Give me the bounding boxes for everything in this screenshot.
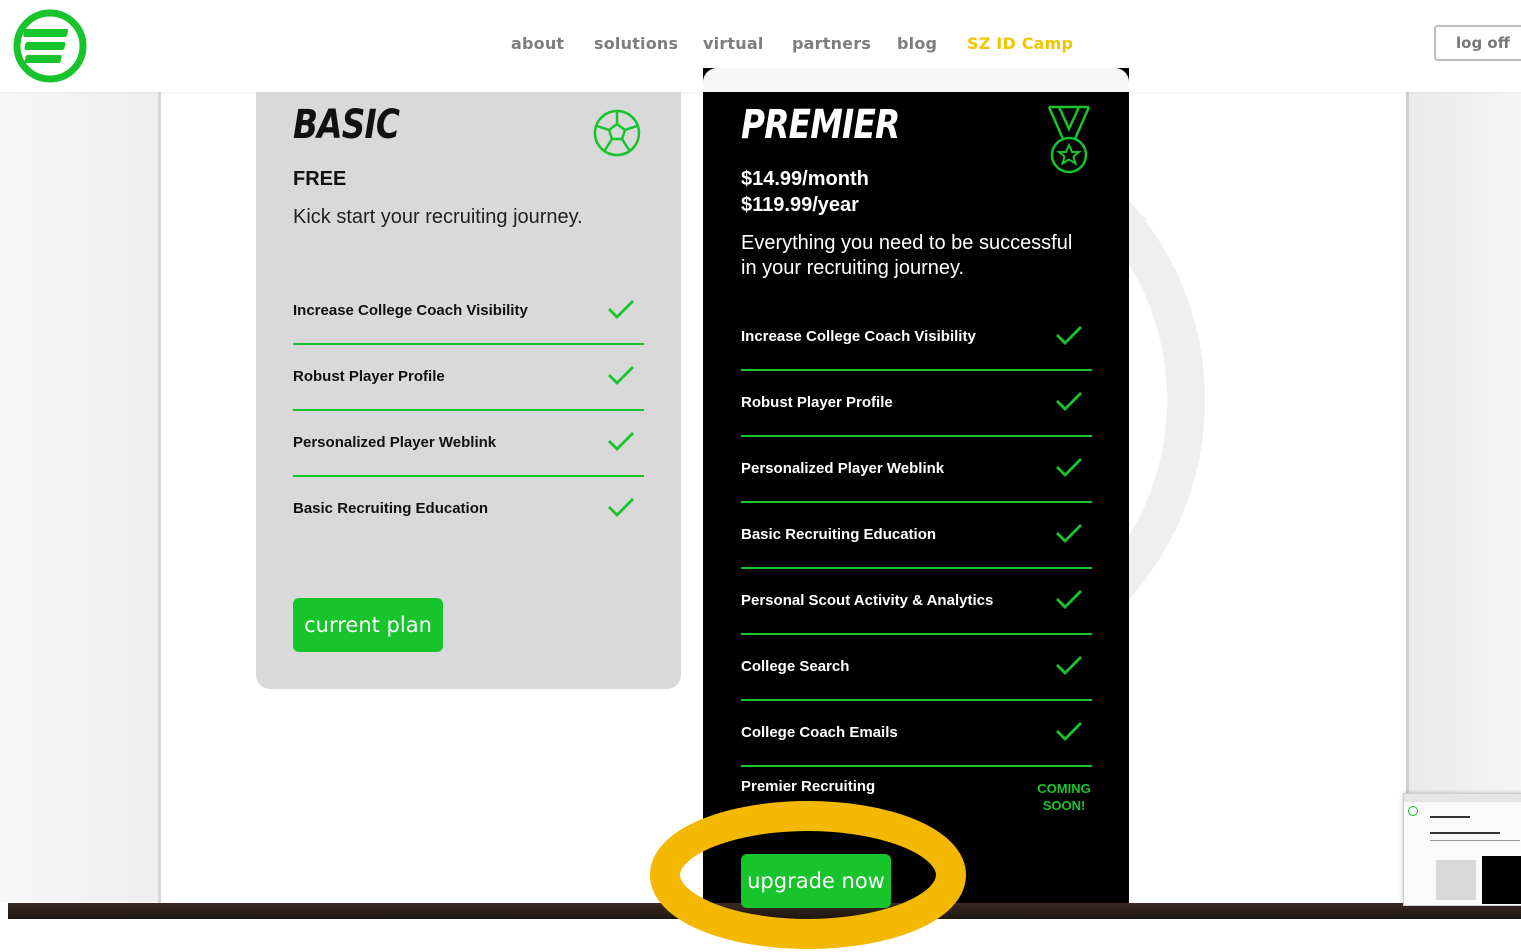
divider	[293, 343, 644, 345]
coming-soon-line1: COMING	[1037, 781, 1091, 796]
premier-description-line2: in your recruiting journey.	[741, 257, 965, 279]
divider	[293, 409, 644, 411]
premier-feature: Personalized Player Weblink	[741, 460, 945, 477]
basic-feature: Robust Player Profile	[293, 368, 445, 385]
check-icon	[1056, 722, 1082, 741]
nav-partners[interactable]: partners	[792, 34, 871, 53]
medal-icon	[1047, 105, 1091, 174]
log-off-button[interactable]: log off	[1434, 25, 1521, 61]
nav-virtual[interactable]: virtual	[703, 34, 764, 53]
divider	[741, 501, 1092, 503]
current-plan-button[interactable]: current plan	[293, 598, 443, 652]
coming-soon-line2: SOON!	[1042, 798, 1086, 813]
coming-soon-label: COMING SOON!	[1024, 780, 1104, 814]
premier-price-year: $119.99/year	[741, 194, 859, 216]
premier-card-top	[703, 68, 1129, 92]
check-icon	[608, 300, 634, 319]
basic-feature: Increase College Coach Visibility	[293, 302, 528, 319]
divider	[741, 567, 1092, 569]
page-right-margin	[1408, 92, 1521, 902]
nav-blog[interactable]: blog	[897, 34, 937, 53]
premier-feature: Increase College Coach Visibility	[741, 328, 976, 345]
thumb-premier-card	[1482, 856, 1521, 904]
thumb-logo-icon	[1408, 806, 1418, 816]
page-right-border	[1406, 92, 1409, 904]
thumb-basic-card	[1436, 860, 1476, 900]
check-icon	[1056, 590, 1082, 609]
highlight-annotation	[650, 801, 966, 949]
main-nav: about solutions virtual partners blog SZ…	[0, 34, 1521, 56]
check-icon	[608, 498, 634, 517]
nav-solutions[interactable]: solutions	[594, 34, 678, 53]
divider	[741, 369, 1092, 371]
premier-feature: Robust Player Profile	[741, 394, 893, 411]
nav-sz-id-camp[interactable]: SZ ID Camp	[967, 34, 1073, 53]
page-left-border	[158, 92, 161, 904]
premier-feature: College Search	[741, 658, 850, 675]
check-icon	[1056, 392, 1082, 411]
premier-description-line1: Everything you need to be successful	[741, 232, 1073, 254]
thumb-text	[1430, 832, 1500, 834]
thumb-toolbar	[1404, 794, 1521, 802]
nav-about[interactable]: about	[511, 34, 564, 53]
check-icon	[1056, 656, 1082, 675]
divider	[741, 765, 1092, 767]
page-left-margin	[0, 92, 160, 902]
check-icon	[1056, 458, 1082, 477]
thumb-text	[1430, 840, 1520, 841]
check-icon	[608, 366, 634, 385]
check-icon	[1056, 326, 1082, 345]
screenshot-thumbnail[interactable]	[1403, 793, 1521, 906]
basic-plan-description: Kick start your recruiting journey.	[293, 206, 583, 228]
check-icon	[1056, 524, 1082, 543]
basic-plan-title: BASIC	[293, 102, 400, 148]
divider	[293, 475, 644, 477]
thumb-text	[1430, 816, 1470, 818]
check-icon	[608, 432, 634, 451]
divider	[741, 633, 1092, 635]
premier-feature: Basic Recruiting Education	[741, 526, 937, 543]
basic-plan-price: FREE	[293, 168, 347, 190]
premier-plan-title: PREMIER	[741, 102, 900, 148]
basic-feature: Personalized Player Weblink	[293, 434, 497, 451]
divider	[741, 699, 1092, 701]
basic-feature: Basic Recruiting Education	[293, 500, 489, 517]
premier-feature: Premier Recruiting	[741, 778, 876, 795]
premier-price-month: $14.99/month	[741, 168, 869, 190]
premier-feature: Personal Scout Activity & Analytics	[741, 592, 994, 609]
premier-feature: College Coach Emails	[741, 724, 898, 741]
soccer-ball-icon	[593, 109, 641, 157]
divider	[741, 435, 1092, 437]
